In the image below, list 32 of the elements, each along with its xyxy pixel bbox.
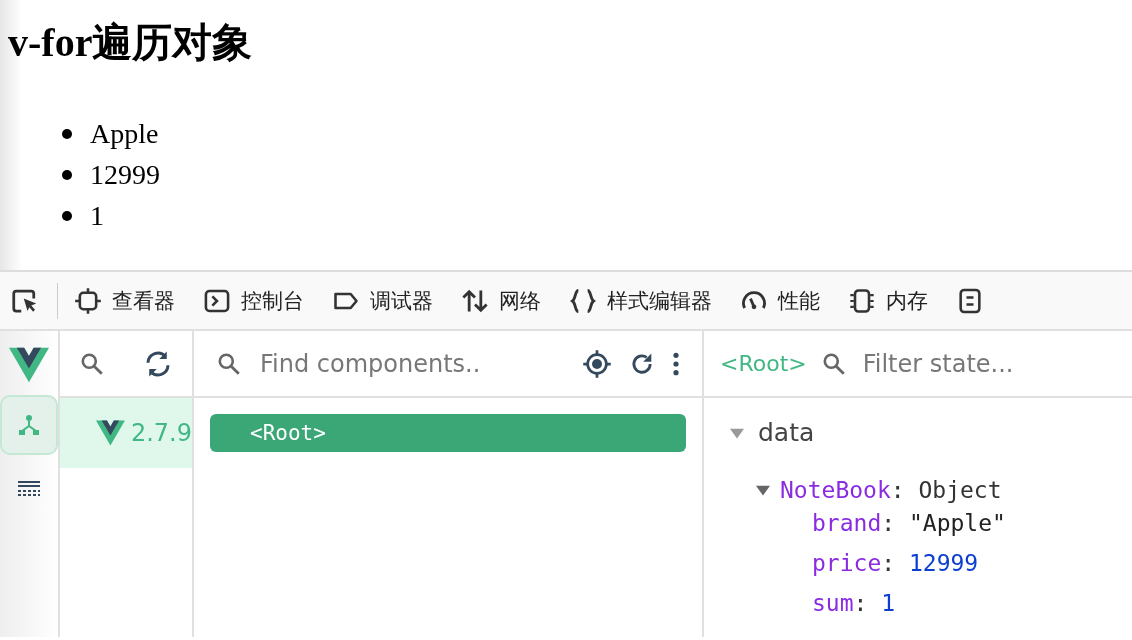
tree-icon (17, 413, 41, 437)
bullet-icon (62, 210, 72, 221)
state-row: sum: 1 (812, 590, 896, 616)
target-icon[interactable] (582, 348, 612, 379)
bullet-icon (62, 169, 72, 180)
more-options-icon[interactable] (672, 350, 680, 377)
state-row: price: 12999 (812, 550, 979, 576)
filter-field[interactable]: Filter state... (860, 348, 1132, 379)
list-item: Apple (90, 117, 159, 151)
storage-icon[interactable] (956, 286, 984, 315)
state-row: NoteBook: Object (780, 477, 1002, 503)
braces-icon (569, 286, 597, 315)
vue-logo-icon (9, 347, 49, 383)
selected-component-title: <Root> (720, 351, 807, 376)
devtools-tab[interactable]: 查看器 (74, 286, 175, 315)
state-row: brand: "Apple" (812, 510, 1006, 536)
list-item: 1 (90, 199, 104, 233)
collapse-triangle-icon[interactable] (756, 483, 770, 497)
bullet-icon (62, 128, 72, 139)
chip-icon (848, 286, 876, 315)
devtools-tab[interactable]: 样式编辑器 (569, 286, 712, 315)
section-title: data (758, 418, 815, 447)
list-item: 12999 (90, 158, 160, 192)
devtools-tab[interactable]: 控制台 (203, 286, 304, 315)
devtools-tab[interactable]: 调试器 (332, 286, 433, 315)
devtools-tab[interactable]: 性能 (740, 286, 820, 315)
search-field[interactable]: Find components.. (258, 348, 556, 379)
devtools-tab[interactable]: 网络 (461, 286, 541, 315)
page-heading: v-for遍历对象 (8, 19, 254, 67)
crosshair-frame-icon (74, 286, 102, 315)
vue-logo-icon (96, 419, 125, 447)
devtools-tab[interactable]: 内存 (848, 286, 928, 315)
